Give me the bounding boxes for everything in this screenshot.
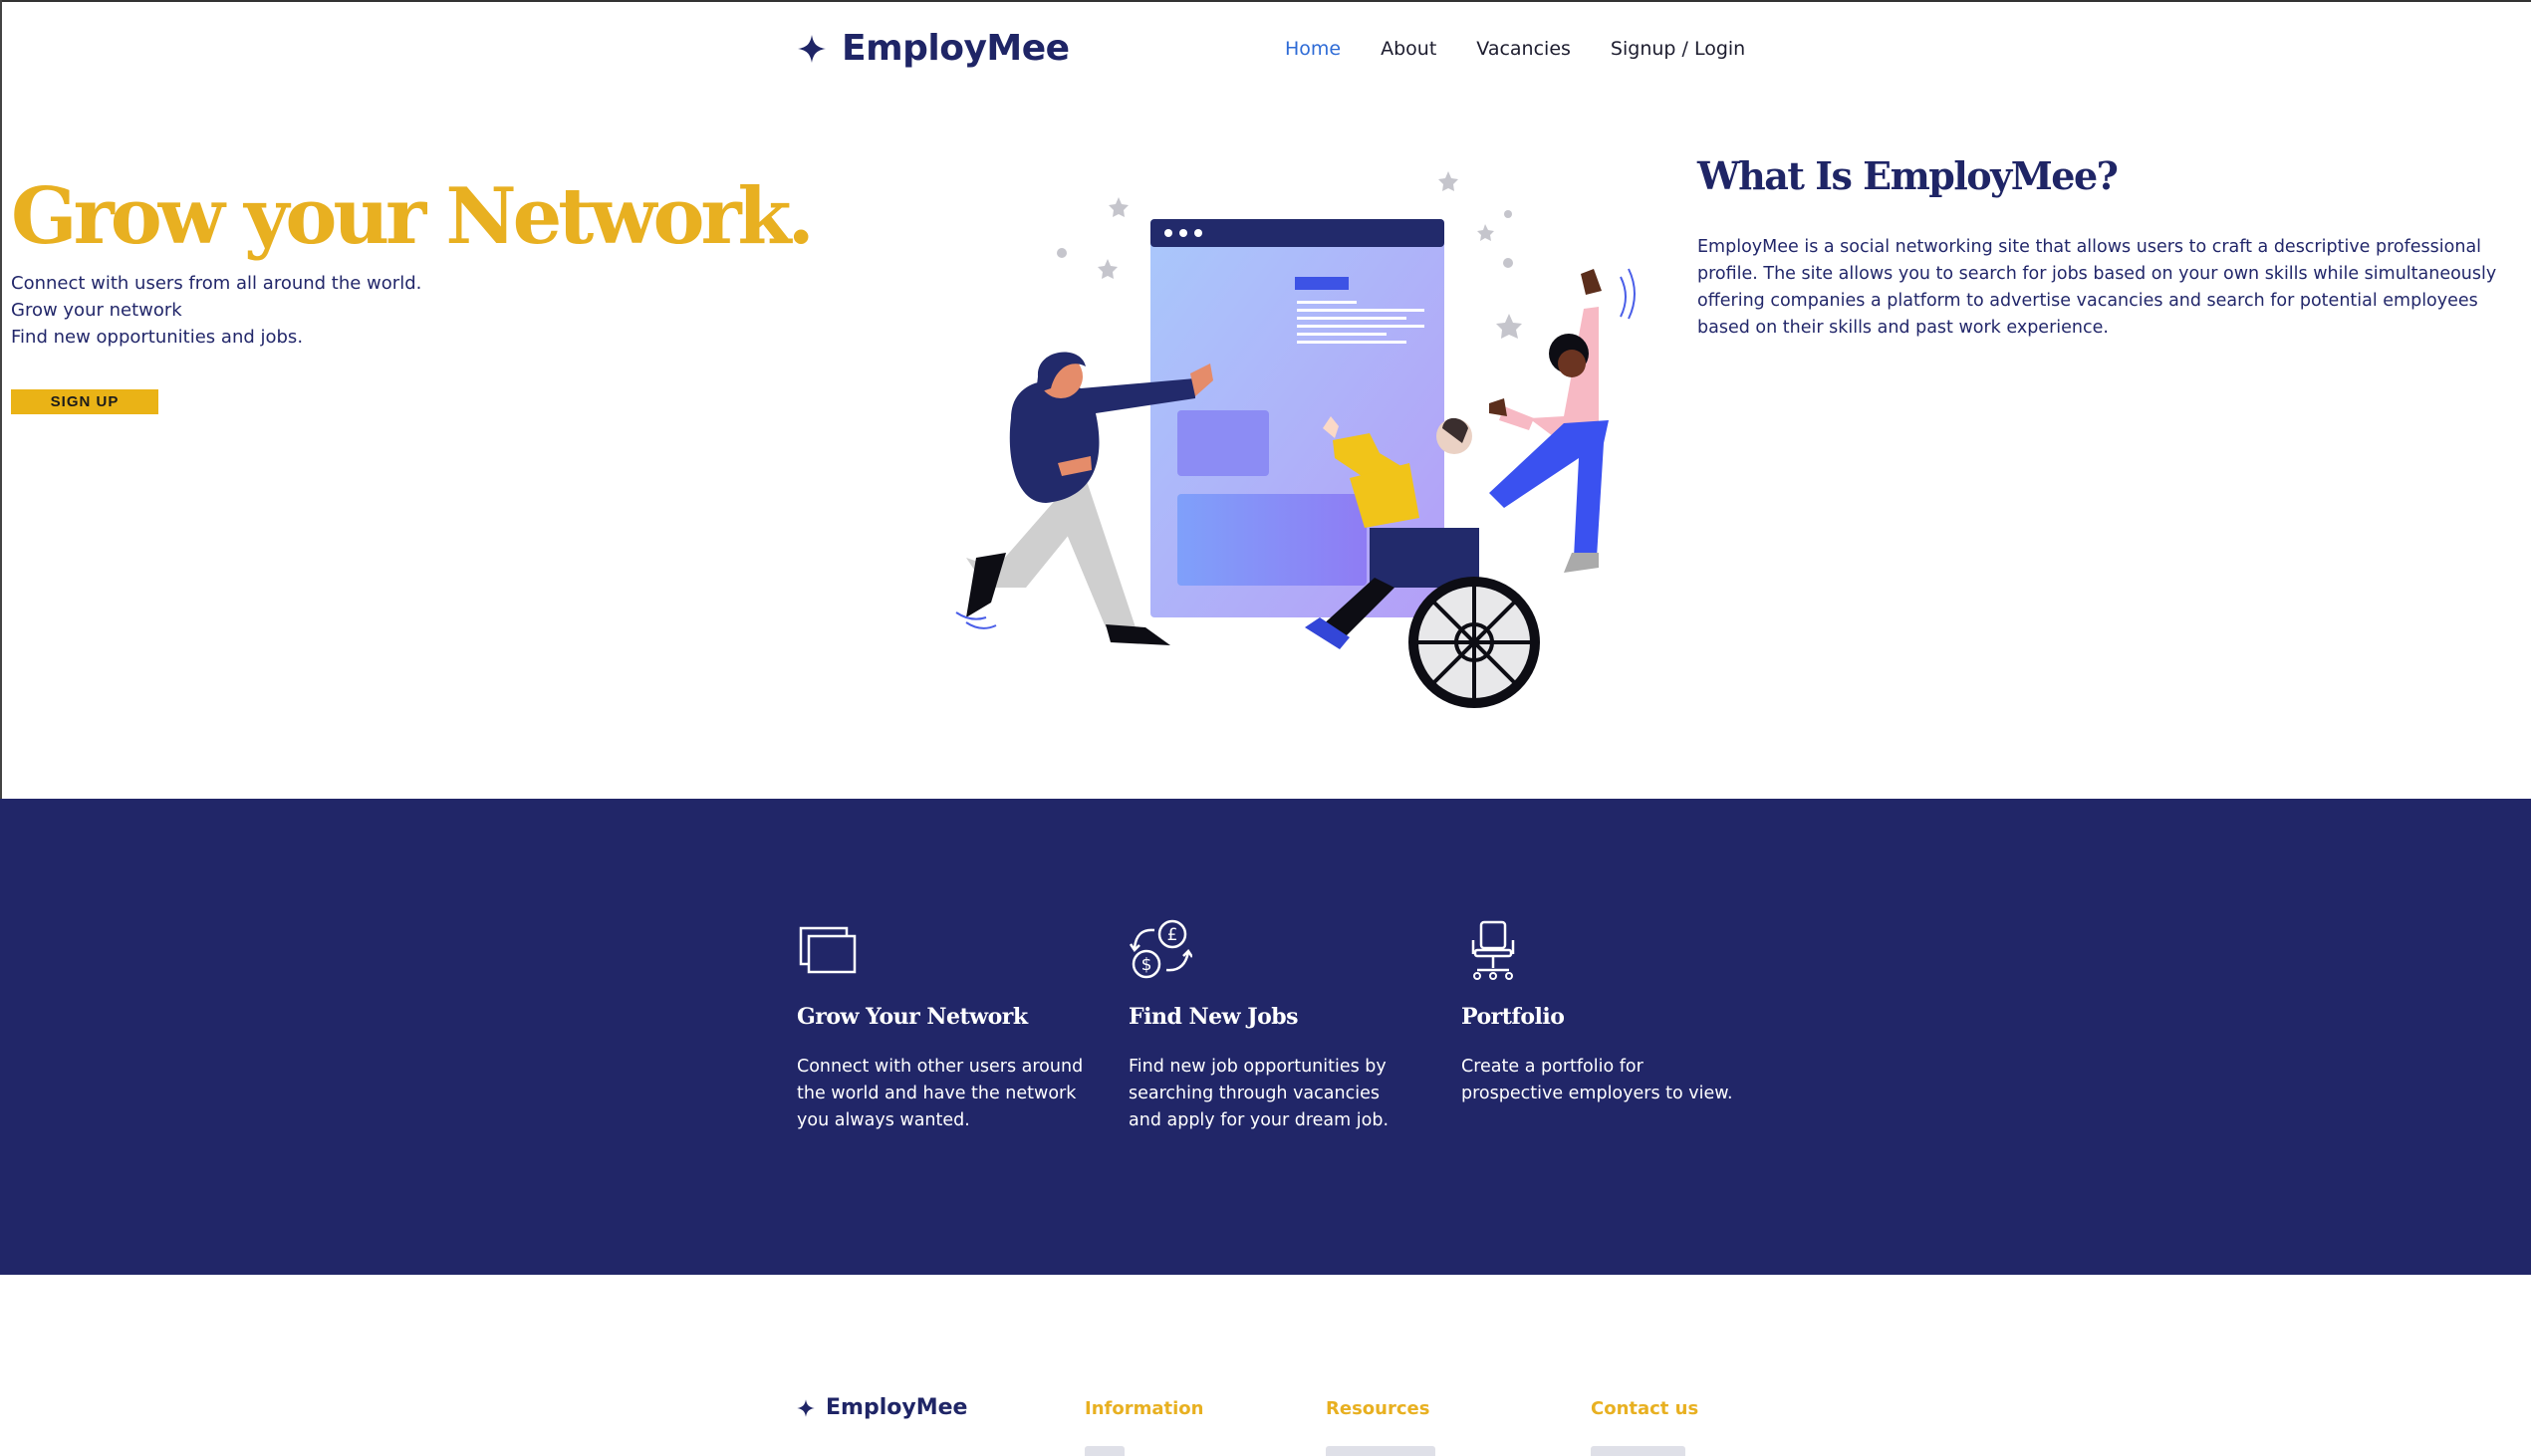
hero-line: Grow your network [11,300,182,321]
footer-heading-information: Information [1085,1398,1204,1419]
feature-text: Connect with other users around the worl… [797,1057,1084,1130]
brand-name: EmployMee [842,28,1070,69]
signup-button[interactable]: SIGN UP [11,389,158,414]
feature-text: Create a portfolio for prospective emplo… [1461,1057,1733,1103]
features-section: Grow Your Network Connect with other use… [0,799,2531,1275]
svg-text:£: £ [1167,925,1178,945]
about-title: What Is EmployMee? [1697,153,2119,198]
about-text: EmployMee is a social networking site th… [1697,237,2497,338]
feature-card: £ $ Find New Jobs Find new job opportuni… [1129,918,1417,1134]
footer-brand-name: EmployMee [826,1395,968,1420]
footer-heading-contact: Contact us [1591,1398,1699,1419]
sparkle-icon [797,1398,815,1417]
footer-link-cutoff [1085,1446,1125,1456]
office-chair-icon [1471,920,1515,980]
feature-card: Grow Your Network Connect with other use… [797,918,1086,1134]
hero-line: Connect with users from all around the w… [11,273,422,294]
window-left-border [0,0,2,799]
footer-link-cutoff [1326,1446,1435,1456]
feature-title: Find New Jobs [1129,1004,1299,1030]
footer-link-cutoff [1591,1446,1685,1456]
nav-about[interactable]: About [1381,38,1436,60]
window-top-border [0,0,2531,2]
nav-vacancies[interactable]: Vacancies [1476,38,1571,60]
feature-title: Grow Your Network [797,1004,1028,1030]
sparkle-icon [798,34,826,63]
hero-illustration [955,171,1636,708]
footer-brand[interactable]: EmployMee [796,1395,967,1420]
feature-text: Find new job opportunities by searching … [1129,1057,1390,1130]
hero-description: Connect with users from all around the w… [11,270,421,351]
hero-title: Grow your Network. [11,171,815,262]
nav-home[interactable]: Home [1285,38,1341,60]
feature-title: Portfolio [1461,1004,1565,1030]
svg-text:$: $ [1141,955,1152,975]
windows-icon [799,926,857,974]
main-nav: Home About Vacancies Signup / Login [1285,38,1785,60]
footer-heading-resources: Resources [1326,1398,1430,1419]
currency-exchange-icon: £ $ [1129,919,1192,979]
brand-logo[interactable]: EmployMee [796,28,1070,69]
hero-line: Find new opportunities and jobs. [11,327,304,348]
feature-card: Portfolio Create a portfolio for prospec… [1461,918,1750,1107]
nav-signup-login[interactable]: Signup / Login [1611,38,1745,60]
